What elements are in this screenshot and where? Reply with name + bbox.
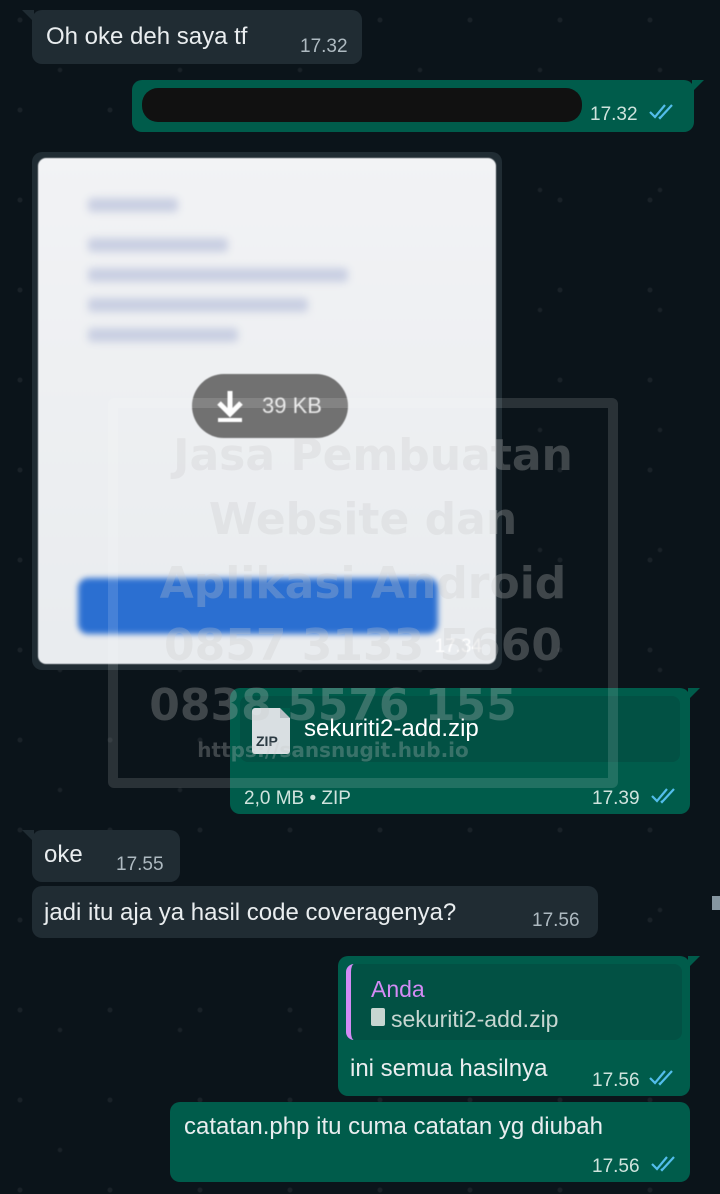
message-time: 17.56	[592, 1156, 640, 1177]
double-check-icon	[651, 788, 675, 804]
double-check-icon	[649, 1070, 673, 1086]
message-incoming[interactable]: jadi itu aja ya hasil code coveragenya? …	[32, 886, 598, 938]
blurred-button	[78, 578, 438, 634]
message-time: 17.32	[590, 104, 638, 125]
document-icon	[371, 1008, 385, 1026]
file-meta: 2,0 MB • ZIP	[244, 788, 351, 809]
message-text: oke	[44, 841, 83, 868]
message-outgoing-file[interactable]: ZIP sekuriti2-add.zip 2,0 MB • ZIP 17.39	[230, 688, 700, 814]
blurred-content	[88, 238, 228, 252]
blurred-content	[88, 268, 348, 282]
redacted-text	[142, 88, 582, 122]
quote-text: sekuriti2-add.zip	[391, 1006, 559, 1032]
message-time: 17.34	[434, 636, 482, 657]
blurred-content	[88, 198, 178, 212]
zip-file-icon: ZIP	[252, 708, 290, 754]
message-text: ini semua hasilnya	[350, 1055, 548, 1082]
message-time: 17.56	[532, 910, 580, 931]
download-button[interactable]: 39 KB	[192, 374, 348, 438]
scroll-indicator[interactable]	[712, 896, 720, 910]
blurred-content	[88, 328, 238, 342]
message-outgoing[interactable]: catatan.php itu cuma catatan yg diubah 1…	[170, 1102, 690, 1182]
message-time: 17.55	[116, 854, 164, 875]
message-outgoing-reply[interactable]: Anda sekuriti2-add.zip ini semua hasilny…	[338, 956, 700, 1096]
message-text: jadi itu aja ya hasil code coveragenya?	[44, 899, 457, 926]
message-incoming[interactable]: Oh oke deh saya tf 17.32	[22, 10, 362, 64]
image-thumbnail[interactable]: 39 KB 17.34	[38, 158, 496, 664]
quote-author: Anda	[371, 976, 425, 1002]
double-check-icon	[649, 104, 673, 120]
message-text: Oh oke deh saya tf	[46, 23, 248, 50]
blurred-content	[88, 298, 308, 312]
message-time: 17.56	[592, 1070, 640, 1091]
file-name: sekuriti2-add.zip	[304, 715, 479, 742]
quoted-message[interactable]: Anda sekuriti2-add.zip	[346, 964, 682, 1040]
zip-icon-label: ZIP	[256, 733, 278, 749]
message-time: 17.32	[300, 36, 348, 57]
download-arrow-icon	[217, 391, 243, 422]
message-time: 17.39	[592, 788, 640, 809]
download-size: 39 KB	[262, 393, 322, 418]
file-attachment[interactable]: ZIP sekuriti2-add.zip	[240, 696, 680, 762]
double-check-icon	[651, 1156, 675, 1172]
message-incoming[interactable]: oke 17.55	[22, 830, 180, 882]
message-text: catatan.php itu cuma catatan yg diubah	[184, 1113, 603, 1140]
message-incoming-image[interactable]: 39 KB 17.34	[32, 152, 502, 670]
message-outgoing-redacted[interactable]: 17.32	[132, 80, 704, 132]
